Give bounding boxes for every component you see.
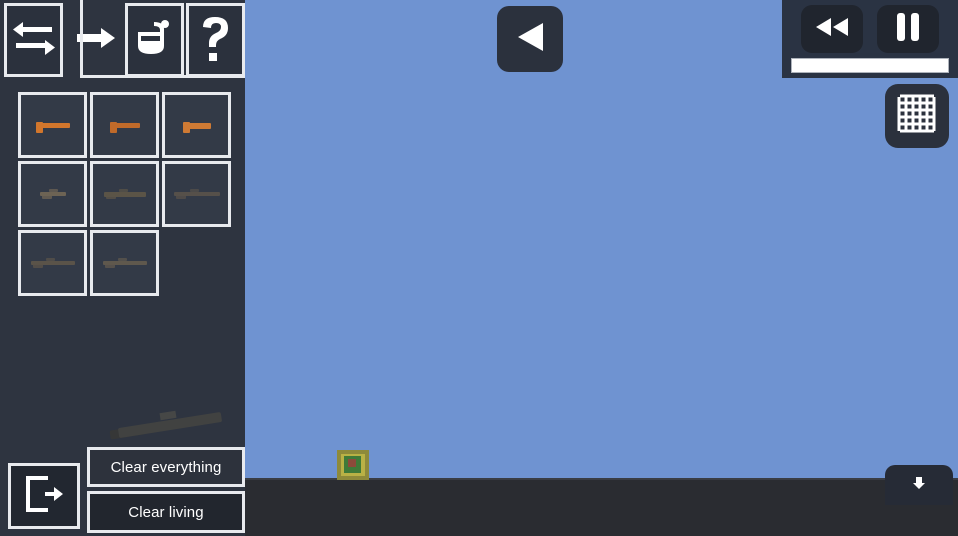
weapon-preview xyxy=(109,408,230,444)
weapon-sprite xyxy=(173,187,220,201)
app-root: Clear everything Clear living xyxy=(0,0,958,536)
speed-slider[interactable] xyxy=(791,58,949,73)
weapon-inventory xyxy=(18,92,233,296)
weapon-sprite xyxy=(182,118,211,133)
weapon-sprite xyxy=(35,118,70,133)
exit-icon xyxy=(23,474,65,519)
exit-button[interactable] xyxy=(8,463,80,529)
rewind-button[interactable] xyxy=(801,5,863,53)
inventory-slot-assault-rifle[interactable] xyxy=(90,161,159,227)
spawn-tool-button[interactable] xyxy=(71,3,123,77)
clear-living-button[interactable]: Clear living xyxy=(87,491,245,533)
grid-toggle-button[interactable] xyxy=(885,84,949,148)
inventory-slot-sniper-rifle[interactable] xyxy=(18,230,87,296)
paint-tool-button[interactable] xyxy=(124,3,184,77)
clear-everything-label: Clear everything xyxy=(110,458,222,476)
weapon-sprite xyxy=(102,256,147,270)
weapon-sprite xyxy=(103,187,146,201)
inventory-slot-pistol[interactable] xyxy=(18,92,87,158)
clear-living-label: Clear living xyxy=(128,503,204,521)
toolbar-underline xyxy=(80,75,245,78)
rewind-icon xyxy=(814,15,850,44)
clear-everything-button[interactable]: Clear everything xyxy=(87,447,245,487)
toolbar-divider xyxy=(80,0,83,78)
tool-toolbar xyxy=(0,0,245,78)
help-tool-button[interactable] xyxy=(185,3,245,77)
inventory-slot-battle-rifle[interactable] xyxy=(162,161,231,227)
triangle-left-icon xyxy=(515,21,545,58)
grid-icon xyxy=(897,94,937,139)
inventory-slot-smg[interactable] xyxy=(90,92,159,158)
ground-plane xyxy=(245,478,958,536)
weapon-sprite xyxy=(109,118,140,133)
download-icon xyxy=(911,475,927,496)
back-button[interactable] xyxy=(497,6,563,72)
swap-arrows-icon xyxy=(11,18,57,63)
playback-panel xyxy=(782,0,958,78)
download-button[interactable] xyxy=(885,465,953,505)
swap-tool-button[interactable] xyxy=(4,3,64,77)
pause-icon xyxy=(895,12,921,47)
inventory-slot-marksman-rifle[interactable] xyxy=(90,230,159,296)
left-sidebar: Clear everything Clear living xyxy=(0,0,245,536)
weapon-sprite xyxy=(39,187,66,201)
question-mark-icon xyxy=(199,15,231,66)
weapon-sprite xyxy=(30,256,75,270)
paint-bucket-icon xyxy=(132,16,176,65)
world-object-crate[interactable] xyxy=(337,450,369,480)
inventory-slot-sawed-off[interactable] xyxy=(162,92,231,158)
inventory-slot-rifle[interactable] xyxy=(18,161,87,227)
clear-button-group: Clear everything Clear living xyxy=(87,447,245,533)
pause-button[interactable] xyxy=(877,5,939,53)
game-viewport[interactable] xyxy=(245,0,958,536)
